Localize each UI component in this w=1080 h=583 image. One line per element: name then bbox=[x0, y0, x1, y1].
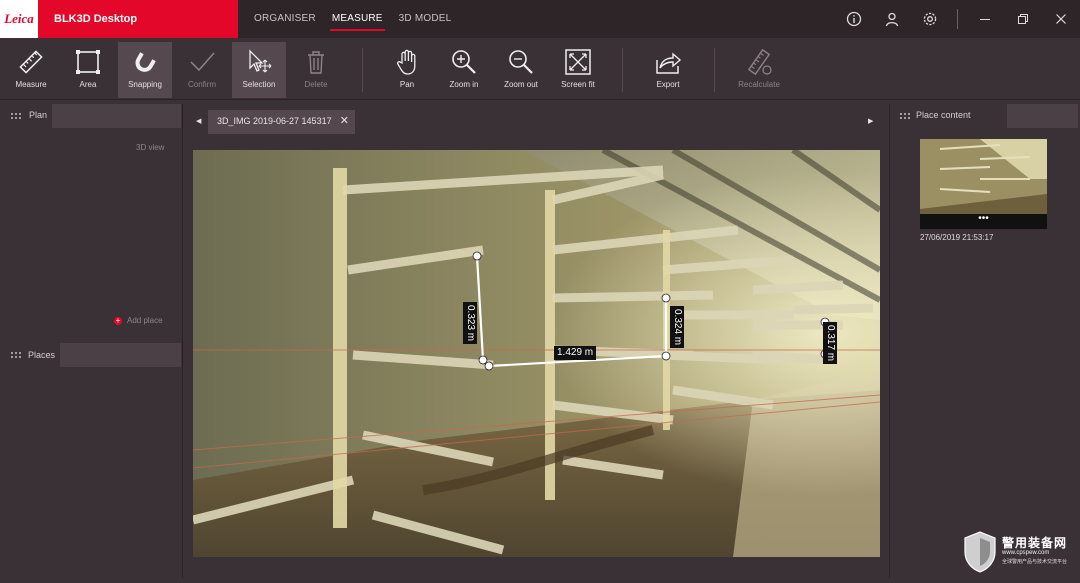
pan-button[interactable]: Pan bbox=[380, 42, 434, 98]
selection-button[interactable]: Selection bbox=[232, 42, 286, 98]
magnet-icon bbox=[135, 52, 156, 72]
tunnel-scene bbox=[193, 150, 880, 557]
shield-icon bbox=[964, 531, 996, 573]
watermark-url: www.cpspew.com bbox=[1002, 550, 1050, 556]
file-tab-label: 3D_IMG 2019-06-27 145317 bbox=[217, 116, 332, 126]
restore-icon[interactable] bbox=[1004, 0, 1042, 38]
zoom-in-icon bbox=[452, 50, 476, 74]
gear-icon[interactable] bbox=[911, 0, 949, 38]
watermark: 警用装备网 www.cpspew.com 全球警用产品与技术交流平台 bbox=[960, 528, 1078, 576]
screen-fit-button[interactable]: Screen fit bbox=[551, 42, 605, 98]
area-icon bbox=[76, 50, 100, 74]
hand-icon bbox=[397, 49, 416, 75]
pan-label: Pan bbox=[399, 80, 415, 89]
zoom-in-label: Zoom in bbox=[449, 80, 479, 89]
file-tab-close-icon[interactable]: ✕ bbox=[340, 114, 349, 127]
toolbar-separator bbox=[622, 48, 623, 92]
export-icon bbox=[656, 52, 682, 74]
leica-logo: Leica bbox=[0, 0, 38, 38]
tab-organiser[interactable]: ORGANISER bbox=[246, 0, 324, 38]
info-icon[interactable] bbox=[835, 0, 873, 38]
zoom-out-label: Zoom out bbox=[504, 80, 538, 89]
screen-fit-label: Screen fit bbox=[561, 80, 595, 89]
area-button[interactable]: Area bbox=[61, 42, 115, 98]
places-grip-icon bbox=[11, 352, 23, 358]
recalculate-button[interactable]: Recalculate bbox=[732, 42, 786, 98]
delete-label: Delete bbox=[304, 80, 328, 89]
ruler-icon bbox=[19, 50, 43, 74]
trash-icon bbox=[308, 51, 324, 74]
tab-3d-model[interactable]: 3D MODEL bbox=[391, 0, 460, 38]
measurement-label[interactable]: 1.429 m bbox=[554, 346, 597, 360]
measurement-label[interactable]: 0.323 m bbox=[463, 302, 477, 345]
place-content-grip-icon bbox=[900, 113, 912, 119]
app-name: BLK3D Desktop bbox=[54, 13, 138, 25]
app-window: Leica BLK3D Desktop ORGANISER MEASURE 3D… bbox=[0, 0, 1080, 583]
confirm-button[interactable]: Confirm bbox=[175, 42, 229, 98]
title-bar: Leica BLK3D Desktop ORGANISER MEASURE 3D… bbox=[0, 0, 1080, 38]
zoom-out-icon bbox=[509, 50, 533, 74]
main-nav: ORGANISER MEASURE 3D MODEL bbox=[246, 0, 459, 38]
screen-fit-icon bbox=[565, 49, 591, 75]
toolbar-separator bbox=[362, 48, 363, 92]
toolbar-separator bbox=[714, 48, 715, 92]
window-controls bbox=[835, 0, 1080, 38]
view-label: 3D view bbox=[136, 143, 165, 152]
zoom-out-button[interactable]: Zoom out bbox=[494, 42, 548, 98]
3d-image-viewport[interactable]: 0.323 m 1.429 m 0.324 m 0.317 m bbox=[193, 150, 880, 557]
place-content-title: Place content bbox=[916, 110, 971, 120]
confirm-label: Confirm bbox=[187, 80, 216, 89]
watermark-title: 警用装备网 bbox=[1002, 536, 1068, 550]
tab-scroll-right-icon[interactable]: ▶ bbox=[868, 117, 873, 125]
file-tab[interactable]: 3D_IMG 2019-06-27 145317 ✕ bbox=[208, 110, 355, 134]
snapping-label: Snapping bbox=[128, 80, 162, 89]
brand-area: Leica BLK3D Desktop bbox=[0, 0, 238, 38]
tab-measure[interactable]: MEASURE bbox=[324, 0, 391, 38]
plan-grip-icon bbox=[11, 113, 23, 119]
measurement-label[interactable]: 0.317 m bbox=[823, 322, 837, 365]
right-divider bbox=[889, 104, 890, 578]
measure-label: Measure bbox=[15, 80, 47, 89]
close-icon[interactable] bbox=[1042, 0, 1080, 38]
measurement-label[interactable]: 0.324 m bbox=[670, 306, 684, 349]
export-button[interactable]: Export bbox=[641, 42, 695, 98]
selection-label: Selection bbox=[242, 80, 276, 89]
recalculate-label: Recalculate bbox=[738, 80, 780, 89]
minimize-icon[interactable] bbox=[966, 0, 1004, 38]
plus-icon: + bbox=[114, 315, 122, 325]
plan-title-label: Plan bbox=[29, 110, 48, 120]
export-label: Export bbox=[656, 80, 680, 89]
delete-button[interactable]: Delete bbox=[289, 42, 343, 98]
user-icon[interactable] bbox=[873, 0, 911, 38]
toolbar: Measure Area Snapping Confirm Selection … bbox=[0, 38, 1080, 100]
area-label: Area bbox=[79, 80, 97, 89]
thumbnail-date: 27/06/2019 21:53:17 bbox=[920, 233, 994, 242]
selection-icon bbox=[249, 49, 272, 73]
file-tab-strip: ◀ 3D_IMG 2019-06-27 145317 ✕ ▶ bbox=[184, 106, 884, 136]
tab-scroll-left-icon[interactable]: ◀ bbox=[196, 117, 201, 125]
snapping-button[interactable]: Snapping bbox=[118, 42, 172, 98]
watermark-subtitle: 全球警用产品与技术交流平台 bbox=[1002, 559, 1068, 565]
check-icon bbox=[190, 52, 215, 72]
measure-button[interactable]: Measure bbox=[4, 42, 58, 98]
left-divider bbox=[182, 104, 183, 578]
zoom-in-button[interactable]: Zoom in bbox=[437, 42, 491, 98]
recalculate-icon bbox=[747, 48, 772, 76]
thumbnail-more-button[interactable]: ••• bbox=[920, 214, 1047, 229]
add-place-label: Add place bbox=[127, 316, 163, 325]
add-place-button[interactable]: + Add place bbox=[114, 316, 163, 325]
window-separator bbox=[957, 9, 958, 29]
places-title: Places bbox=[28, 350, 56, 360]
